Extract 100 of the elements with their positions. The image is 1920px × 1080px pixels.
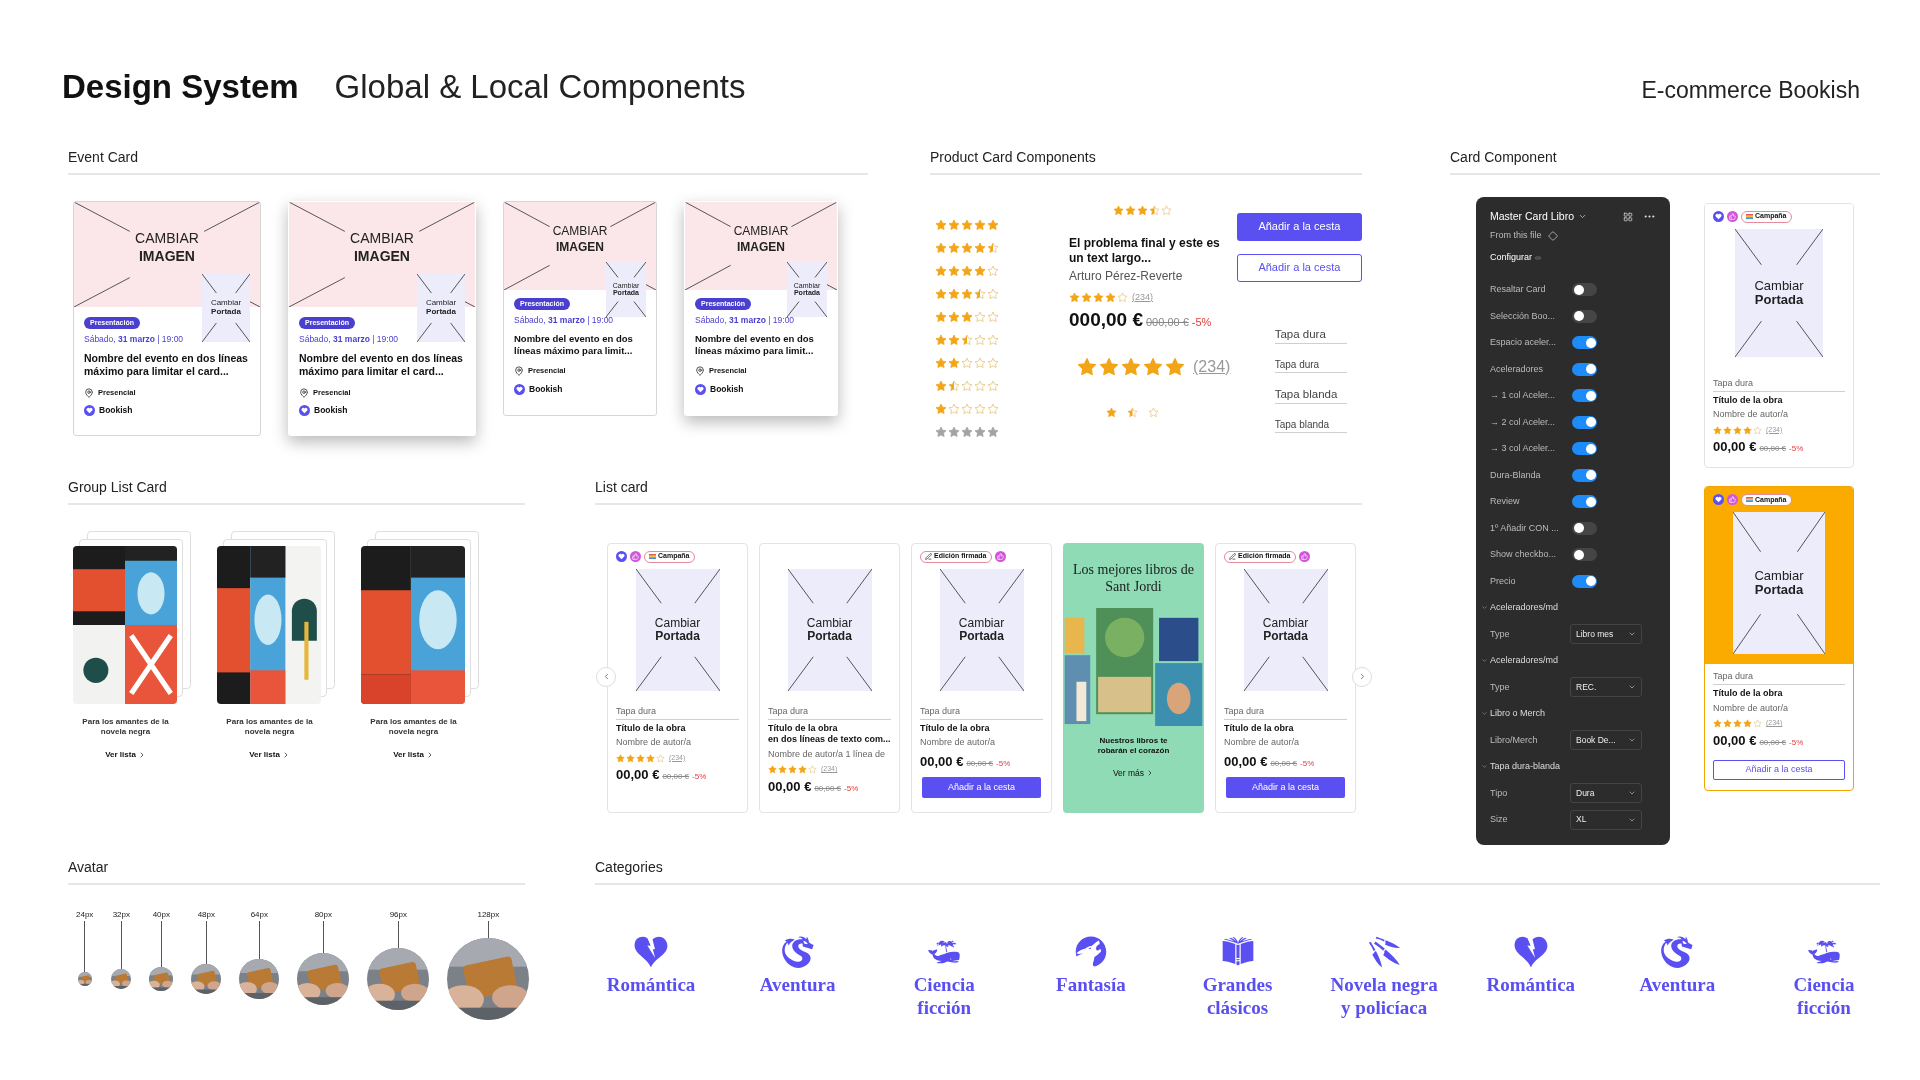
select-field[interactable]: Libro mes [1570,624,1642,645]
broken-heart-icon[interactable] [634,934,668,969]
star-icon [948,379,960,392]
toggle-switch[interactable] [1572,283,1597,297]
toggle-switch[interactable] [1572,521,1597,535]
star-icon [948,264,960,277]
category-link[interactable]: Romántica [1486,972,1576,997]
old-price-text: 00,00 € [814,782,842,795]
size-label: 24px [76,910,94,919]
select-field[interactable]: Dura [1570,783,1642,804]
diamond-icon[interactable] [1547,230,1558,241]
wolf-icon[interactable] [1073,934,1108,969]
old-price-text: 00,00 € [662,771,690,784]
brand-label: Bookish [99,404,133,418]
flag-icon [1746,214,1753,219]
brand-label: Bookish [710,382,744,396]
toggle-switch[interactable] [1572,415,1597,429]
toggle-switch[interactable] [1572,389,1597,403]
promo-card[interactable]: Los mejores libros de Sant Jordi Nuestros libros te robarán el corazón Ver más [1063,542,1204,813]
select-field[interactable]: XL [1570,809,1642,830]
add-to-cart-button[interactable]: Añadir a la cesta [1236,212,1362,241]
add-to-cart-button[interactable]: Añadir a la cesta [922,777,1041,799]
toggle-switch[interactable] [1572,548,1597,562]
section-title: Card Component [1450,149,1558,164]
section-title: Event Card [68,149,140,164]
cover-label: Cambiar Portada [1754,569,1804,597]
star-icon [1733,425,1742,435]
category-link[interactable]: Ciencia ficción [1768,972,1880,1020]
star-icon [1713,718,1722,728]
heart-logo-icon [616,551,627,562]
star-icon [987,333,999,346]
broken-heart-icon[interactable] [1513,934,1548,969]
format-option[interactable]: Tapa blanda [1274,385,1347,404]
toggle-switch[interactable] [1572,309,1597,323]
discount-text: -5% [1300,757,1315,770]
toggle-label: Selección Boo... [1490,309,1557,323]
star-icon [1733,718,1742,728]
category-link[interactable]: Aventura [1639,972,1716,997]
image-label: CAMBIAR IMAGEN [135,228,199,266]
star-icon [948,218,960,231]
price-text: 00,00 € [1713,438,1757,457]
sea-dragon-icon[interactable] [780,934,815,969]
price-text: 00,00 € [920,752,964,771]
category-link[interactable]: Fantasía [1056,972,1126,997]
star-icon [935,218,947,231]
toggle-switch[interactable] [1572,574,1597,588]
category-link[interactable]: Novela negra y policíaca [1328,972,1441,1020]
category-link[interactable]: Aventura [759,972,836,997]
star-icon [626,753,635,763]
toggle-switch[interactable] [1572,495,1597,509]
star-icon [948,287,960,300]
leader-line [84,920,86,972]
star-icon [974,218,986,231]
star-icon [948,356,960,369]
knife-icon[interactable] [1367,934,1402,969]
old-price-text: 00,00 € [1759,443,1787,456]
category-link[interactable]: Romántica [606,972,696,997]
view-list-link[interactable]: Ver lista [393,749,424,762]
image-label: CAMBIAR IMAGEN [350,228,414,266]
star-icon [961,241,973,254]
star-icon [987,241,999,254]
add-to-cart-button[interactable]: Añadir a la cesta [1226,777,1345,799]
size-label: 80px [314,910,333,919]
promo-text: Nuestros libros te robarán el corazón [1096,735,1171,758]
star-icon [987,287,999,300]
category-link[interactable]: Grandes clásicos [1181,972,1294,1020]
format-option[interactable]: Tapa dura [1274,325,1347,344]
see-more-link[interactable]: Ver más [1112,767,1145,780]
add-to-cart-button[interactable]: Añadir a la cesta [1236,253,1362,282]
grid-icon[interactable] [1623,211,1633,222]
toggle-switch[interactable] [1572,442,1597,456]
star-icon [798,764,807,774]
star-icon [935,379,947,392]
cover-label: Cambiar Portada [1262,616,1309,643]
view-list-link[interactable]: Ver lista [249,749,280,762]
category-link[interactable]: Ciencia ficción [888,972,1001,1020]
star-icon [961,379,973,392]
select-field[interactable]: REC. [1570,677,1642,698]
star-icon [808,764,817,774]
format-option[interactable]: Tapa blanda [1274,417,1347,433]
select-field[interactable]: Book De... [1570,730,1642,751]
size-label: 128px [477,910,500,919]
list-caption: Para los amantes de la novela negra [81,716,170,738]
format-label: Tapa dura [616,704,658,718]
star-icon [948,402,960,415]
flag-icon [649,554,656,559]
toggle-switch[interactable] [1572,336,1597,350]
star-icon [974,333,986,346]
book-title: Título de la obra [1224,723,1295,735]
star-icon [1165,356,1185,377]
sea-dragon-icon[interactable] [1660,934,1695,969]
chevron-down-icon[interactable] [1578,212,1588,221]
star-icon [961,356,973,369]
toggle-switch[interactable] [1572,362,1597,376]
star-icon [935,333,947,346]
format-option[interactable]: Tapa dura [1274,356,1347,373]
toggle-switch[interactable] [1572,468,1597,482]
view-list-link[interactable]: Ver lista [105,749,136,762]
star-icon [616,753,625,763]
add-to-cart-button[interactable]: Añadir a la cesta [1713,760,1845,780]
